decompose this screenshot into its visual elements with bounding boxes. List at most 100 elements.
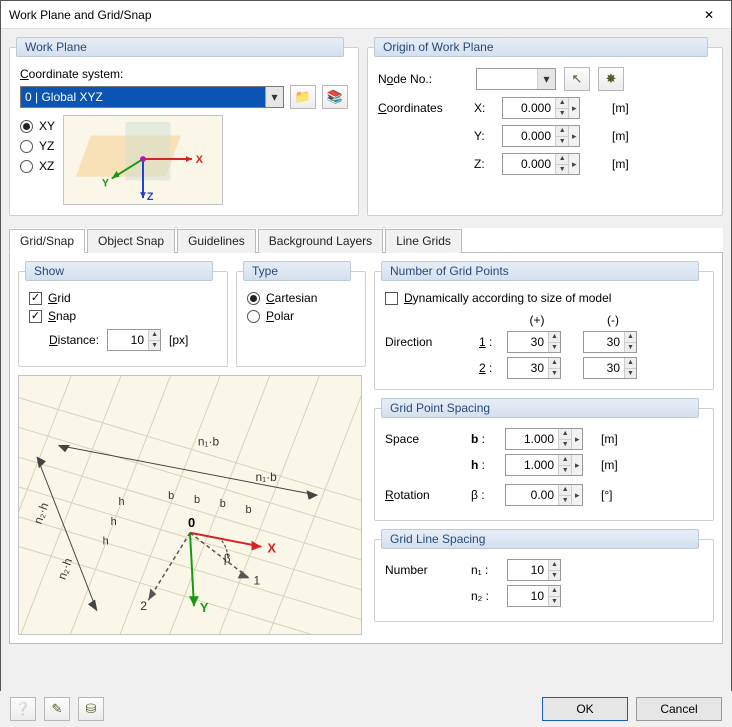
svg-text:h: h	[103, 536, 109, 548]
combo-coord-system[interactable]: 0 | Global XYZ ▾	[20, 86, 284, 108]
radio-xy[interactable]: XY	[20, 119, 55, 133]
step-indicator-icon[interactable]: ▸	[571, 455, 582, 475]
step-up-icon[interactable]: ▲	[549, 358, 560, 369]
label-dir-1: 1 :	[479, 335, 503, 349]
pick-node-button[interactable]: ↖	[564, 67, 590, 91]
check-dynamic[interactable]: Dynamically according to size of model	[385, 291, 703, 305]
step-down-icon[interactable]: ▼	[149, 341, 160, 351]
label-beta: β :	[471, 488, 499, 502]
diagram-svg: n₁·b n₁·b n₂·h n₂·h bbbb hhh 0 X	[19, 376, 361, 634]
step-down-icon[interactable]: ▼	[625, 369, 636, 379]
tab-bglayers[interactable]: Background Layers	[258, 229, 383, 253]
legend-origin: Origin of Work Plane	[374, 37, 708, 57]
unit-b: [m]	[601, 432, 631, 446]
radio-yz[interactable]: YZ	[20, 139, 55, 153]
radio-cartesian[interactable]: Cartesian	[247, 291, 355, 305]
combo-node-no[interactable]: ▾	[476, 68, 556, 90]
label-z: Z:	[474, 157, 496, 171]
svg-text:b: b	[220, 498, 226, 510]
input-d1-minus[interactable]: ▲▼	[583, 331, 637, 353]
input-n2[interactable]: ▲▼	[507, 585, 561, 607]
legend-grid-points: Number of Grid Points	[381, 261, 699, 281]
input-origin-y[interactable]: ▲▼▸	[502, 125, 580, 147]
unit-distance: [px]	[169, 333, 188, 347]
step-indicator-icon[interactable]: ▸	[568, 98, 579, 118]
step-up-icon[interactable]: ▲	[556, 126, 568, 137]
input-n1[interactable]: ▲▼	[507, 559, 561, 581]
close-button[interactable]: ✕	[687, 1, 731, 29]
step-up-icon[interactable]: ▲	[559, 455, 571, 466]
step-up-icon[interactable]: ▲	[556, 154, 568, 165]
step-down-icon[interactable]: ▼	[549, 369, 560, 379]
step-down-icon[interactable]: ▼	[559, 440, 571, 450]
group-work-plane: Work Plane CCoordinate system:oordinate …	[9, 37, 359, 216]
check-snap[interactable]: Snap	[29, 309, 217, 323]
step-down-icon[interactable]: ▼	[556, 165, 568, 175]
legend-gridline-spacing: Grid Line Spacing	[381, 529, 699, 549]
input-spacing-b[interactable]: ▲▼▸	[505, 428, 583, 450]
step-down-icon[interactable]: ▼	[556, 109, 568, 119]
radio-dot-icon	[20, 140, 33, 153]
step-down-icon[interactable]: ▼	[549, 597, 560, 607]
ok-button[interactable]: OK	[542, 697, 628, 721]
svg-text:n₂·h: n₂·h	[55, 556, 76, 581]
input-origin-x[interactable]: ▲▼▸	[502, 97, 580, 119]
edit-button[interactable]: ✎	[44, 697, 70, 721]
library-coord-button[interactable]: 📚	[322, 85, 348, 109]
input-d2-minus[interactable]: ▲▼	[583, 357, 637, 379]
step-down-icon[interactable]: ▼	[559, 496, 571, 506]
folder-new-icon: 📁	[295, 89, 311, 105]
step-up-icon[interactable]: ▲	[549, 586, 560, 597]
dialog-footer: ❔ ✎ ⛁ OK Cancel	[0, 691, 732, 727]
chevron-down-icon: ▾	[537, 69, 555, 89]
input-spacing-h[interactable]: ▲▼▸	[505, 454, 583, 476]
new-coord-button[interactable]: 📁	[290, 85, 316, 109]
step-up-icon[interactable]: ▲	[556, 98, 568, 109]
label-coordinates: Coordinates	[378, 101, 468, 115]
tab-linegrids[interactable]: Line Grids	[385, 229, 462, 253]
step-indicator-icon[interactable]: ▸	[568, 154, 579, 174]
radio-polar[interactable]: Polar	[247, 309, 355, 323]
group-origin: Origin of Work Plane Node No.: ▾ ↖ ✸ Coo…	[367, 37, 723, 216]
group-type: Type Cartesian Polar	[236, 261, 366, 367]
radio-xz[interactable]: XZ	[20, 159, 55, 173]
check-grid[interactable]: Grid	[29, 291, 217, 305]
input-distance[interactable]: ▲▼	[107, 329, 161, 351]
tab-objectsnap[interactable]: Object Snap	[87, 229, 175, 253]
tab-guidelines[interactable]: Guidelines	[177, 229, 256, 253]
input-d1-plus[interactable]: ▲▼	[507, 331, 561, 353]
step-down-icon[interactable]: ▼	[549, 343, 560, 353]
step-down-icon[interactable]: ▼	[625, 343, 636, 353]
input-origin-z[interactable]: ▲▼▸	[502, 153, 580, 175]
new-node-button[interactable]: ✸	[598, 67, 624, 91]
legend-show: Show	[25, 261, 213, 281]
step-up-icon[interactable]: ▲	[549, 332, 560, 343]
step-down-icon[interactable]: ▼	[556, 137, 568, 147]
step-down-icon[interactable]: ▼	[549, 571, 560, 581]
step-up-icon[interactable]: ▲	[149, 330, 160, 341]
label-plus: (+)	[507, 313, 567, 327]
help-button[interactable]: ❔	[10, 697, 36, 721]
step-up-icon[interactable]: ▲	[559, 429, 571, 440]
cancel-button[interactable]: Cancel	[636, 697, 722, 721]
step-down-icon[interactable]: ▼	[559, 466, 571, 476]
label-space: Space	[385, 432, 465, 446]
units-button[interactable]: ⛁	[78, 697, 104, 721]
step-up-icon[interactable]: ▲	[549, 560, 560, 571]
step-up-icon[interactable]: ▲	[625, 358, 636, 369]
group-gridline-spacing: Grid Line Spacing Number n₁ : ▲▼ n₂ : ▲▼	[374, 529, 714, 622]
step-up-icon[interactable]: ▲	[625, 332, 636, 343]
group-grid-spacing: Grid Point Spacing Space b : ▲▼▸ [m] h :…	[374, 398, 714, 521]
input-d2-plus[interactable]: ▲▼	[507, 357, 561, 379]
input-rotation-beta[interactable]: ▲▼▸	[505, 484, 583, 506]
step-indicator-icon[interactable]: ▸	[568, 126, 579, 146]
label-dir-2: 2 :	[479, 361, 503, 375]
tabpage-gridsnap: Show Grid Snap Distance: ▲▼ [px]	[9, 253, 723, 644]
close-icon: ✕	[704, 8, 714, 22]
step-up-icon[interactable]: ▲	[559, 485, 571, 496]
step-indicator-icon[interactable]: ▸	[571, 429, 582, 449]
tab-gridsnap[interactable]: Grid/Snap	[9, 229, 85, 253]
checkbox-icon	[385, 292, 398, 305]
step-indicator-icon[interactable]: ▸	[571, 485, 582, 505]
tabstrip: Grid/Snap Object Snap Guidelines Backgro…	[9, 228, 723, 253]
